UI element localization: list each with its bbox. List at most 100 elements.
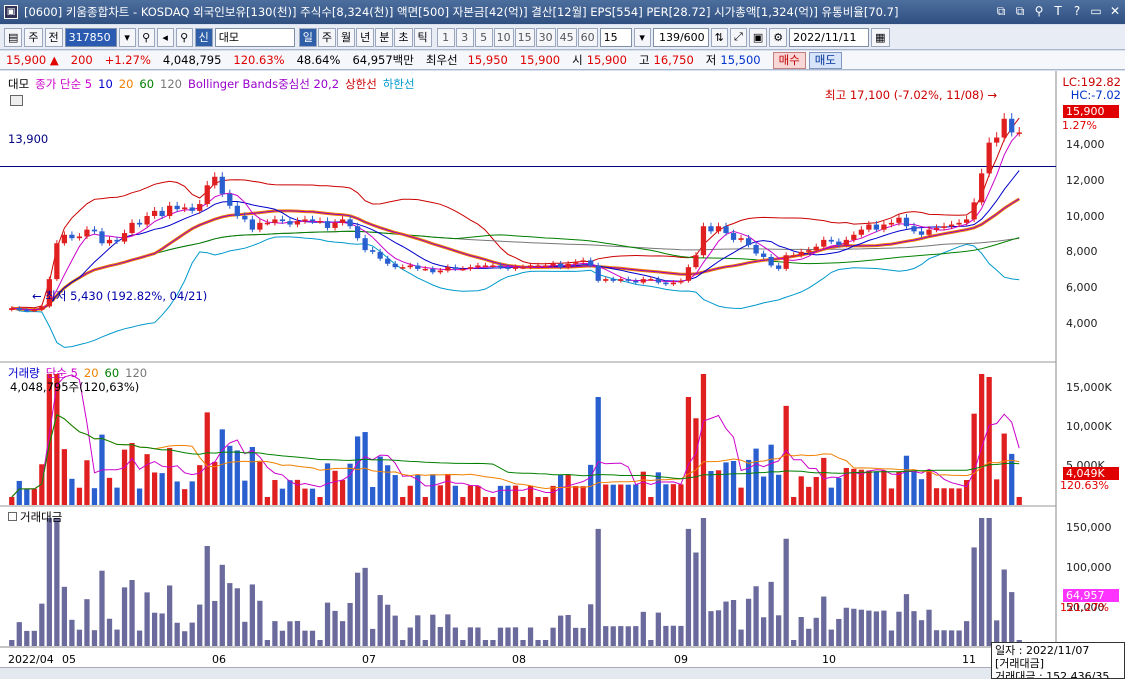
volume-legend-item-3[interactable]: 60 bbox=[105, 366, 120, 380]
interval-button-0[interactable]: 1 bbox=[436, 27, 455, 47]
price-tick-2: 10,000 bbox=[1066, 210, 1105, 223]
volume: 4,048,795 bbox=[162, 53, 222, 67]
calendar-icon[interactable]: ▦ bbox=[871, 27, 890, 47]
volume-legend-item-4[interactable]: 120 bbox=[125, 366, 147, 380]
amount-bar bbox=[979, 518, 985, 646]
volume-bar bbox=[994, 479, 1000, 505]
price-legend-item-0[interactable]: 대모 bbox=[8, 77, 29, 91]
candle-body bbox=[851, 234, 857, 240]
data-count-field[interactable]: 139/600 bbox=[652, 27, 709, 47]
interval-select[interactable]: 15 bbox=[599, 27, 632, 47]
volume-bar bbox=[753, 448, 759, 505]
stock-code-input[interactable]: 317850 bbox=[64, 27, 117, 47]
candle-body bbox=[580, 260, 586, 263]
window-restore-icon[interactable]: ⧉ bbox=[993, 3, 1009, 19]
interval-dropdown-icon[interactable]: ▾ bbox=[633, 27, 651, 47]
amount-bar bbox=[482, 640, 489, 646]
price-legend-item-5[interactable]: 120 bbox=[160, 77, 182, 91]
pin-icon[interactable]: ⚲ bbox=[1031, 3, 1047, 19]
table-icon[interactable] bbox=[10, 95, 23, 106]
price-legend-item-6[interactable]: Bollinger Bands중심선 20,2 bbox=[188, 77, 339, 91]
amount-bar bbox=[61, 586, 68, 646]
interval-button-7[interactable]: 60 bbox=[577, 27, 598, 47]
candle-body bbox=[377, 251, 383, 259]
volume-legend-item-2[interactable]: 20 bbox=[84, 366, 99, 380]
window-copy-icon[interactable]: ⧉ bbox=[1012, 3, 1028, 19]
chart-scrollbar[interactable] bbox=[0, 667, 1125, 679]
chart-settings-icon[interactable]: ▤ bbox=[4, 27, 23, 47]
chart-toolbar: ▤ 주 전 317850 ▾ ⚲ ◂ ⚲ 신 대모 일주월년분초틱 1 3 5 10 1… bbox=[0, 25, 1125, 50]
candle-body bbox=[821, 239, 827, 247]
amount-bar bbox=[497, 627, 504, 646]
volume-bar bbox=[377, 456, 383, 505]
sell-button[interactable]: 매도 bbox=[808, 51, 842, 69]
price-legend-item-7[interactable]: 상한선 bbox=[345, 77, 377, 91]
date-field[interactable]: 2022/11/11 bbox=[789, 27, 870, 47]
period-tab-4[interactable]: 분 bbox=[375, 27, 394, 47]
candle-body bbox=[588, 260, 594, 266]
maximize-icon[interactable]: ▭ bbox=[1088, 3, 1104, 19]
buy-button[interactable]: 매수 bbox=[772, 51, 806, 69]
price-legend-item-1[interactable]: 종가 단순 5 bbox=[35, 77, 92, 91]
amount-bar bbox=[377, 595, 383, 646]
amount-bar bbox=[550, 627, 556, 646]
period-tab-0[interactable]: 일 bbox=[298, 27, 317, 47]
price-legend-item-8[interactable]: 하한선 bbox=[383, 77, 415, 91]
candle-body bbox=[888, 222, 895, 225]
price-legend-item-4[interactable]: 60 bbox=[139, 77, 154, 91]
tooltip-title: [거래대금] bbox=[995, 657, 1045, 670]
amount-bar bbox=[136, 630, 143, 646]
gear-icon[interactable]: ⚙ bbox=[769, 27, 788, 47]
help-icon[interactable]: ? bbox=[1069, 3, 1085, 19]
candle-body bbox=[69, 234, 75, 239]
period-tab-1[interactable]: 주 bbox=[317, 27, 337, 47]
stock-name-field[interactable]: 대모 bbox=[214, 27, 295, 47]
interval-button-4[interactable]: 15 bbox=[514, 27, 535, 47]
candle-body bbox=[640, 279, 646, 283]
search-icon[interactable]: ⚲ bbox=[137, 27, 155, 47]
interval-button-6[interactable]: 45 bbox=[556, 27, 577, 47]
amount-bar bbox=[918, 620, 925, 646]
chart-canvas[interactable] bbox=[0, 71, 1125, 679]
x-tick-6: 10 bbox=[822, 653, 836, 666]
amount-bar bbox=[490, 640, 496, 646]
sound-icon[interactable]: ◂ bbox=[156, 27, 174, 47]
period-tab-3[interactable]: 년 bbox=[356, 27, 375, 47]
candle-body bbox=[430, 268, 436, 273]
candle-body bbox=[84, 229, 90, 237]
volume-legend-item-0[interactable]: 거래량 bbox=[8, 366, 40, 380]
font-icon[interactable]: T bbox=[1050, 3, 1066, 19]
volume-bar bbox=[174, 481, 180, 505]
price-legend-item-2[interactable]: 10 bbox=[98, 77, 113, 91]
price-legend-item-3[interactable]: 20 bbox=[119, 77, 134, 91]
amount-bar bbox=[941, 630, 947, 646]
period-tab-6[interactable]: 틱 bbox=[413, 27, 432, 47]
candle-body bbox=[557, 263, 564, 268]
volume-bar bbox=[234, 450, 240, 505]
code-dropdown-icon[interactable]: ▾ bbox=[118, 27, 136, 47]
draw-tool-icon[interactable]: ⤢ bbox=[729, 27, 747, 47]
candle-body bbox=[167, 205, 173, 216]
volume-bar bbox=[813, 477, 819, 505]
volume-legend-item-1[interactable]: 단순 5 bbox=[46, 366, 78, 380]
interval-button-3[interactable]: 10 bbox=[493, 27, 514, 47]
market-select[interactable]: 주 bbox=[24, 27, 43, 47]
amount-bar bbox=[505, 627, 511, 646]
volume-bar bbox=[941, 488, 947, 505]
zoom-icon[interactable]: ⚲ bbox=[175, 27, 193, 47]
period-tab-5[interactable]: 초 bbox=[394, 27, 413, 47]
volume-bar bbox=[482, 497, 489, 505]
amount-bar bbox=[415, 615, 421, 646]
scope-select[interactable]: 전 bbox=[44, 27, 63, 47]
close-icon[interactable]: ✕ bbox=[1107, 3, 1123, 19]
save-icon[interactable]: ▣ bbox=[748, 27, 768, 47]
volume-bar bbox=[339, 480, 346, 505]
indicator-icon[interactable]: ⇅ bbox=[710, 27, 728, 47]
chart-area[interactable]: 대모 종가 단순 5 10 20 60 120 Bollinger Bands중심선 20,… bbox=[0, 71, 1125, 679]
candle-body bbox=[836, 241, 842, 245]
candle-body bbox=[422, 268, 428, 271]
period-tab-2[interactable]: 월 bbox=[337, 27, 356, 47]
interval-button-2[interactable]: 5 bbox=[474, 27, 493, 47]
interval-button-1[interactable]: 3 bbox=[455, 27, 474, 47]
interval-button-5[interactable]: 30 bbox=[535, 27, 556, 47]
